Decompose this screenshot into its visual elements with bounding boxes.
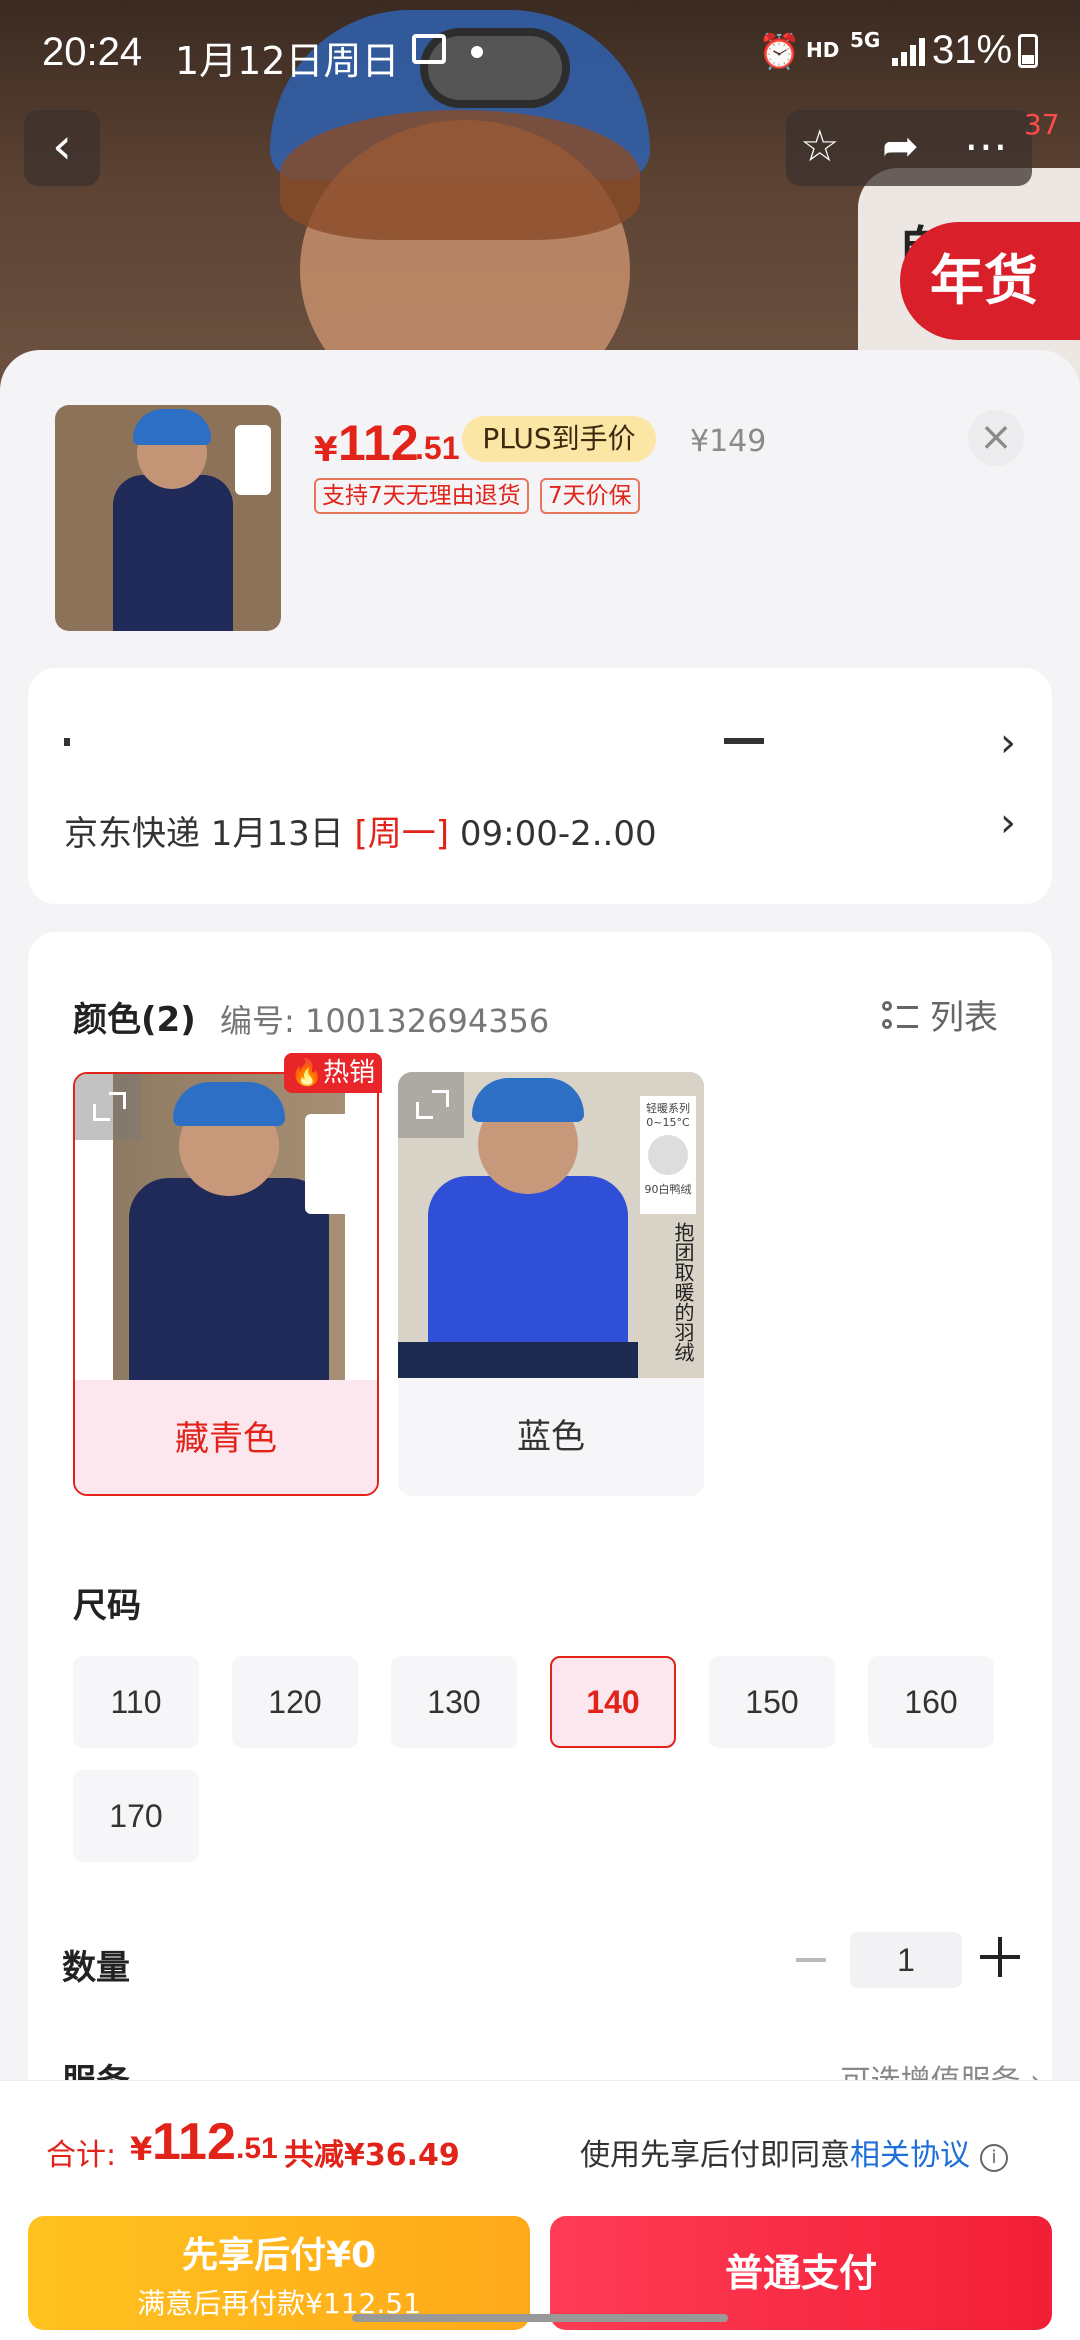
original-price: ¥149: [690, 424, 767, 459]
color-option-navy-label: 藏青色: [75, 1380, 377, 1494]
size-option-150[interactable]: 150: [709, 1656, 835, 1748]
total-decimal: .51: [236, 2132, 278, 2165]
agreement-link[interactable]: 相关协议: [850, 2138, 970, 2173]
price-symbol: ¥: [314, 430, 338, 470]
service-row[interactable]: 服务 可选增值服务 ›: [62, 2050, 1042, 2080]
size-section-title: 尺码: [73, 1586, 141, 1626]
size-option-110[interactable]: 110: [73, 1656, 199, 1748]
color-option-navy[interactable]: 藏青色: [73, 1072, 379, 1496]
share-icon[interactable]: ➦: [882, 122, 919, 172]
agreement-text: 使用先享后付即同意相关协议 i: [580, 2130, 1008, 2174]
warmth-series: 轻暖系列: [646, 1102, 690, 1115]
alarm-icon: ⏰: [758, 32, 801, 72]
list-view-toggle[interactable]: 列表: [882, 990, 998, 1038]
return-policy-tag: 支持7天无理由退货: [314, 478, 529, 514]
price-protect-tag: 7天价保: [540, 478, 640, 514]
home-indicator: [352, 2314, 728, 2322]
pay-later-title: 先享后付¥0: [181, 2235, 377, 2276]
warmth-range: 0~15°C: [646, 1116, 690, 1129]
warmth-info-tag: 轻暖系列 0~15°C 90白鸭绒: [640, 1096, 696, 1214]
list-icon: [882, 999, 918, 1035]
color-option-navy-image: [75, 1074, 377, 1380]
delivery-card[interactable]: › 京东快递 1月13日 [周一] 09:00-2..00 ›: [28, 668, 1052, 904]
hot-sale-badge: 🔥热销: [284, 1053, 382, 1093]
plus-price-badge: PLUS到手价: [462, 416, 656, 462]
total-integer: 112: [152, 2113, 236, 2171]
quantity-title: 数量: [62, 1948, 130, 1988]
size-option-120[interactable]: 120: [232, 1656, 358, 1748]
network-5g-indicator: 5G: [850, 28, 881, 52]
size-option-170[interactable]: 170: [73, 1770, 199, 1862]
signal-icon: [892, 36, 926, 66]
promo-vertical-text: 抱团取暖的羽绒: [671, 1222, 695, 1362]
address-row-clipped: [64, 732, 784, 746]
quantity-decrease-button[interactable]: [796, 1958, 826, 1962]
color-option-blue-label: 蓝色: [398, 1378, 704, 1496]
down-spec: 90白鸭绒: [644, 1183, 692, 1196]
size-option-140-selected[interactable]: 140: [550, 1656, 676, 1748]
status-time: 20:24: [42, 30, 143, 74]
address-chevron-icon[interactable]: ›: [1000, 720, 1016, 766]
promo-festival-badge[interactable]: 年货节: [900, 222, 1080, 400]
list-view-label: 列表: [930, 998, 998, 1038]
zoom-icon[interactable]: [398, 1072, 464, 1138]
gallery-notification-icon: [412, 34, 446, 64]
size-option-160[interactable]: 160: [868, 1656, 994, 1748]
delivery-carrier-date: 京东快递 1月13日: [64, 814, 355, 854]
hd-indicator: HD: [806, 38, 840, 62]
zoom-icon[interactable]: [75, 1074, 141, 1140]
more-icon[interactable]: ⋯: [964, 122, 1008, 172]
delivery-window: 09:00-2..00: [449, 814, 657, 854]
hero-hair: [280, 110, 640, 240]
total-discount: 共减¥36.49: [284, 2138, 460, 2173]
color-section-title: 颜色(2): [73, 1000, 196, 1040]
battery-percent: 31%: [932, 28, 1013, 72]
status-date: 1月12日周日: [175, 39, 400, 83]
quantity-input[interactable]: 1: [850, 1932, 962, 1988]
total-symbol: ¥: [130, 2130, 153, 2168]
size-option-130[interactable]: 130: [391, 1656, 517, 1748]
normal-pay-button[interactable]: 普通支付: [550, 2216, 1052, 2330]
info-icon[interactable]: i: [980, 2144, 1008, 2172]
pay-later-button[interactable]: 先享后付¥0 满意后再付款¥112.51: [28, 2216, 530, 2330]
status-bar: 20:24 1月12日周日 ⏰ HD 5G 31%: [0, 0, 1080, 104]
delivery-time-row: 京东快递 1月13日 [周一] 09:00-2..00: [64, 806, 657, 855]
close-button[interactable]: ×: [968, 410, 1024, 466]
notification-dot-icon: [471, 46, 483, 58]
service-title: 服务: [62, 2054, 130, 2080]
favorite-star-icon[interactable]: ☆: [800, 122, 839, 172]
sku-number: 编号: 100132694356: [220, 1002, 550, 1040]
agreement-prefix: 使用先享后付即同意: [580, 2138, 850, 2173]
message-count-badge: 37: [1024, 108, 1060, 141]
price-decimal: .51: [415, 430, 460, 466]
battery-icon: [1018, 34, 1038, 68]
quantity-increase-button[interactable]: [980, 1937, 1020, 1977]
delivery-weekday: [周一]: [354, 814, 450, 854]
back-button[interactable]: ‹: [24, 110, 100, 186]
nav-action-group: ☆ ➦ ⋯: [786, 110, 1032, 186]
service-hint: 可选增值服务 ›: [840, 2056, 1042, 2080]
total-label: 合计:: [46, 2138, 117, 2173]
product-thumbnail[interactable]: [55, 405, 281, 631]
price-integer: 112: [338, 415, 419, 471]
delivery-chevron-icon[interactable]: ›: [1000, 800, 1016, 846]
